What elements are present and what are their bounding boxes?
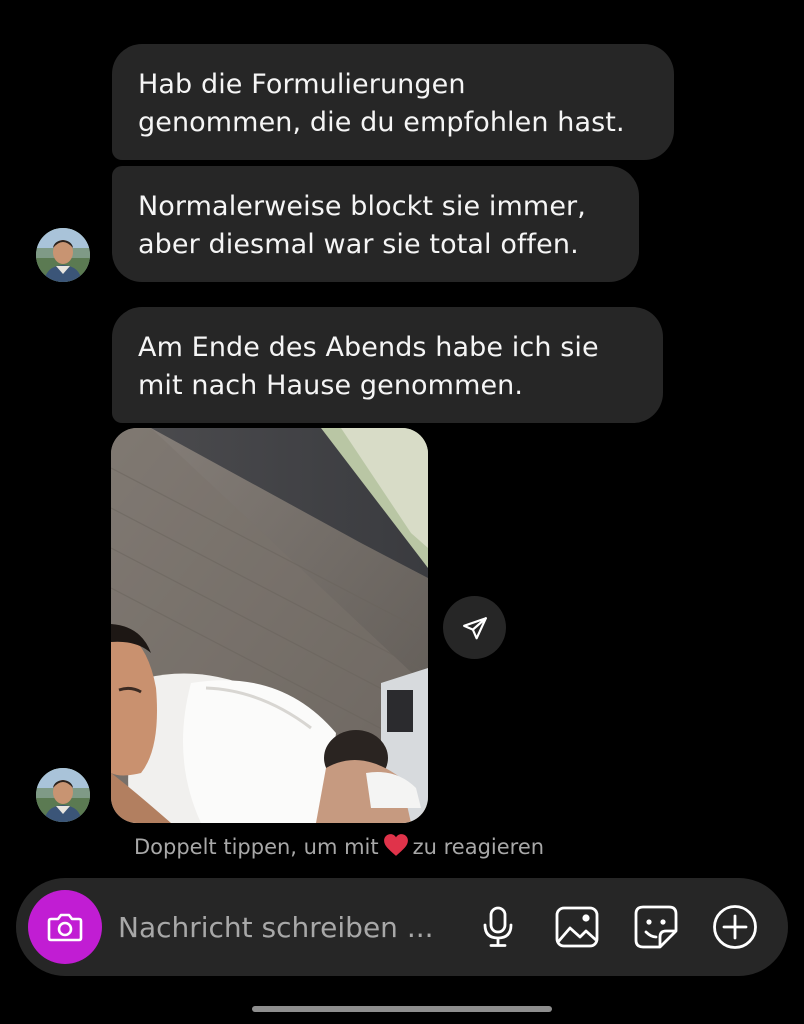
heart-icon xyxy=(383,833,409,864)
message-bubble[interactable]: Am Ende des Abends habe ich sie mit nach… xyxy=(112,307,663,423)
shared-photo-message[interactable] xyxy=(111,428,428,823)
more-options-button[interactable] xyxy=(712,904,758,950)
reaction-hint-text: zu reagieren xyxy=(412,835,545,859)
share-button[interactable] xyxy=(443,596,506,659)
photo-image xyxy=(111,428,428,823)
sticker-icon xyxy=(634,905,678,949)
gallery-icon xyxy=(555,906,599,948)
sender-avatar[interactable] xyxy=(36,768,90,822)
avatar-image xyxy=(36,768,90,822)
avatar-image xyxy=(36,228,90,282)
message-text-line: Hab die Formulierungen xyxy=(138,69,466,100)
camera-icon xyxy=(47,913,83,942)
message-text-line: Am Ende des Abends habe ich sie xyxy=(138,332,599,363)
gallery-button[interactable] xyxy=(554,904,600,950)
sender-avatar[interactable] xyxy=(36,228,90,282)
message-text-line: Normalerweise blockt sie immer, xyxy=(138,191,586,222)
message-composer xyxy=(16,878,788,976)
send-icon xyxy=(462,616,487,639)
home-indicator[interactable] xyxy=(252,1006,552,1012)
plus-circle-icon xyxy=(713,905,757,949)
reaction-hint-text: Doppelt tippen, um mit xyxy=(134,835,379,859)
voice-message-button[interactable] xyxy=(475,904,521,950)
message-text-line: genommen, die du empfohlen hast. xyxy=(138,107,625,138)
message-bubble[interactable]: Normalerweise blockt sie immer, aber die… xyxy=(112,166,639,282)
microphone-icon xyxy=(483,906,513,947)
message-text-line: aber diesmal war sie total offen. xyxy=(138,229,579,260)
message-bubble[interactable]: Hab die Formulierungen genommen, die du … xyxy=(112,44,674,160)
message-text-line: mit nach Hause genommen. xyxy=(138,370,524,401)
camera-button[interactable] xyxy=(28,890,102,964)
sticker-button[interactable] xyxy=(633,904,679,950)
reaction-hint: Doppelt tippen, um mit zu reagieren xyxy=(134,833,544,864)
message-input[interactable] xyxy=(118,906,458,948)
dm-conversation-screen: Hab die Formulierungen genommen, die du … xyxy=(0,0,804,1024)
